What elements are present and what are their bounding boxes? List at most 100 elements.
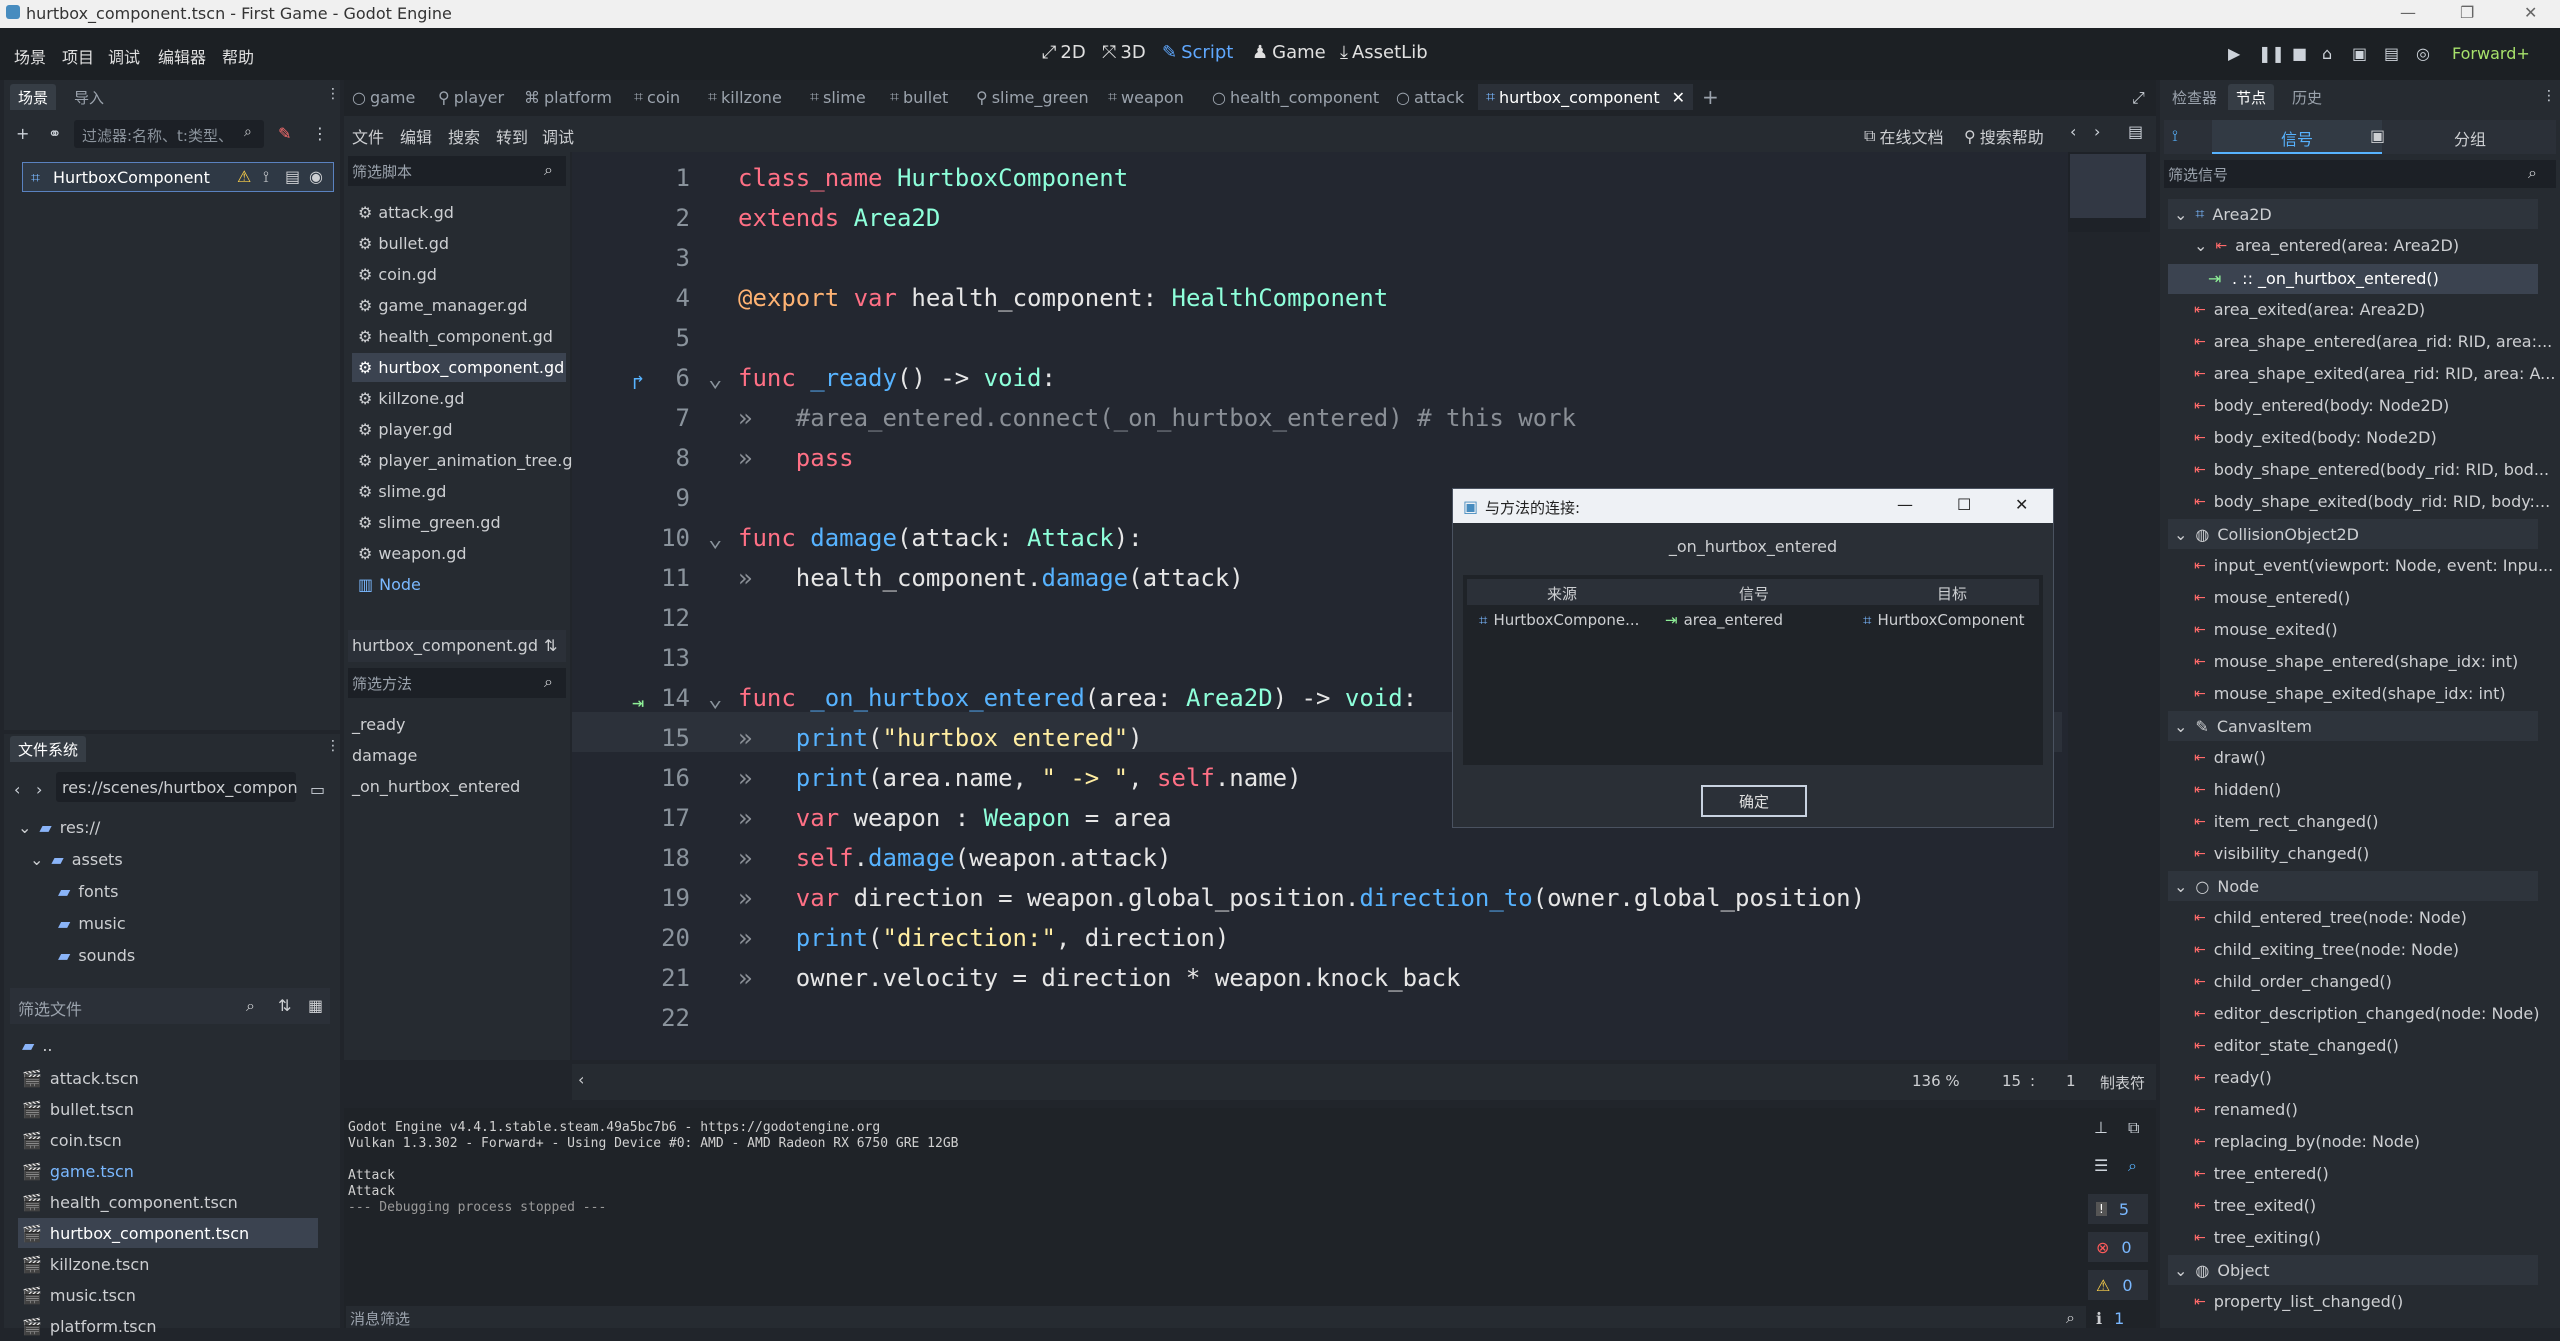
- workspace-script[interactable]: ✎ Script: [1162, 42, 1233, 63]
- menu-scene[interactable]: 场景: [14, 44, 46, 68]
- signal-item[interactable]: ⇤ child_exiting_tree(node: Node): [2194, 940, 2459, 959]
- method-filter-input[interactable]: 筛选方法 ⌕: [348, 668, 566, 698]
- fs-dock-menu-icon[interactable]: ⋮: [326, 738, 340, 754]
- tab-filesystem[interactable]: 文件系统: [10, 736, 87, 762]
- tab-platform[interactable]: ⌘ platform: [524, 84, 612, 110]
- script-item[interactable]: ⚙ slime_green.gd: [352, 508, 566, 537]
- attach-script-icon[interactable]: ✎: [278, 124, 291, 143]
- signal-connection-selected[interactable]: ⇥ . :: _on_hurtbox_entered(): [2168, 264, 2538, 294]
- filter-info-toggle[interactable]: ℹ1: [2088, 1308, 2148, 1328]
- grid-view-icon[interactable]: ▦: [308, 996, 323, 1015]
- filter-errors-toggle[interactable]: ⊗ 0: [2088, 1232, 2148, 1262]
- tab-import[interactable]: 导入: [66, 84, 112, 110]
- fs-file-selected[interactable]: 🎬 hurtbox_component.tscn: [18, 1218, 318, 1248]
- fs-tree-sounds[interactable]: ▰ sounds: [58, 946, 135, 965]
- tab-health-component[interactable]: ○ health_component: [1212, 84, 1379, 110]
- sort-icon[interactable]: ⇅: [544, 636, 557, 655]
- close-tab-icon[interactable]: ✕: [1672, 88, 1685, 107]
- script-item[interactable]: ⚙ weapon.gd: [352, 539, 566, 568]
- warning-icon[interactable]: ⚠: [237, 167, 251, 186]
- pause-icon[interactable]: ❚❚: [2258, 44, 2285, 63]
- signal-item[interactable]: ⇤ area_shape_exited(area_rid: RID, area: …: [2194, 364, 2555, 383]
- script-filter-input[interactable]: 筛选脚本 ⌕: [348, 156, 566, 186]
- menu-search[interactable]: 搜索: [448, 124, 480, 148]
- script-attached-icon[interactable]: ▤: [285, 167, 300, 186]
- script-item[interactable]: ⚙ attack.gd: [352, 198, 566, 227]
- script-item-selected[interactable]: ⚙ hurtbox_component.gd: [352, 353, 566, 382]
- search-help-button[interactable]: ⚲ 搜索帮助: [1964, 124, 2044, 148]
- signal-item[interactable]: ⇤ ready(): [2194, 1068, 2272, 1087]
- dock-menu-icon[interactable]: ⋮: [326, 86, 340, 102]
- tab-game[interactable]: ○ game: [352, 84, 415, 110]
- signal-item[interactable]: ⇤ body_shape_exited(body_rid: RID, body:.…: [2194, 492, 2550, 511]
- indent-mode[interactable]: 制表符: [2100, 1072, 2145, 1093]
- fs-file[interactable]: 🎬 music.tscn: [18, 1280, 318, 1310]
- renderer-select[interactable]: Forward+: [2452, 44, 2530, 63]
- tab-coin[interactable]: ⌗ coin: [634, 84, 680, 110]
- add-tab-icon[interactable]: +: [1702, 84, 1719, 110]
- signal-category-node[interactable]: ⌄ ○ Node: [2168, 871, 2538, 901]
- tab-bullet[interactable]: ⌗ bullet: [890, 84, 948, 110]
- fs-file[interactable]: 🎬 game.tscn: [18, 1156, 318, 1186]
- visibility-icon[interactable]: ◉: [309, 167, 323, 186]
- override-icon[interactable]: ↱: [632, 370, 644, 394]
- menu-edit[interactable]: 编辑: [400, 124, 432, 148]
- signal-category-collision[interactable]: ⌄ ◍ CollisionObject2D: [2168, 519, 2538, 549]
- signal-item[interactable]: ⇤ editor_state_changed(): [2194, 1036, 2399, 1055]
- signal-item[interactable]: ⇤ area_shape_entered(area_rid: RID, area:…: [2194, 332, 2552, 351]
- signal-icon[interactable]: ⟟: [263, 167, 269, 187]
- minimap[interactable]: [2068, 152, 2150, 232]
- fs-tree-music[interactable]: ▰ music: [58, 914, 126, 933]
- script-item[interactable]: ⚙ coin.gd: [352, 260, 566, 289]
- collapse-left-icon[interactable]: ‹: [578, 1070, 584, 1089]
- signal-item[interactable]: ⇤ body_exited(body: Node2D): [2194, 428, 2437, 447]
- filter-warnings-toggle[interactable]: ⚠ 0: [2088, 1270, 2148, 1300]
- signal-item[interactable]: ⇤ body_entered(body: Node2D): [2194, 396, 2449, 415]
- menu-script-debug[interactable]: 调试: [542, 124, 574, 148]
- movie-icon[interactable]: ◎: [2416, 44, 2430, 63]
- signal-item[interactable]: ⇤ child_entered_tree(node: Node): [2194, 908, 2467, 927]
- maximize-icon[interactable]: ❐: [2460, 3, 2474, 22]
- workspace-3d[interactable]: ⤧ 3D: [1102, 42, 1146, 63]
- script-item[interactable]: ⚙ player.gd: [352, 415, 566, 444]
- script-item[interactable]: ⚙ player_animation_tree.gd: [352, 446, 583, 475]
- workspace-assetlib[interactable]: ⤓ AssetLib: [1340, 42, 1428, 63]
- close-dialog-icon[interactable]: ✕: [2015, 495, 2028, 514]
- fs-file[interactable]: 🎬 killzone.tscn: [18, 1249, 318, 1279]
- play-scene-icon[interactable]: ▣: [2352, 44, 2367, 63]
- signal-item[interactable]: ⇤ draw(): [2194, 748, 2266, 767]
- ok-button[interactable]: 确定: [1701, 785, 1807, 817]
- add-node-icon[interactable]: +: [16, 124, 29, 143]
- signal-item[interactable]: ⇤ child_order_changed(): [2194, 972, 2392, 991]
- tab-attack[interactable]: ○ attack: [1396, 84, 1464, 110]
- signal-filter-input[interactable]: 筛选信号 ⌕: [2164, 160, 2556, 188]
- fs-tree-root[interactable]: ⌄ ▰ res://: [18, 818, 100, 837]
- script-item-doc[interactable]: ▥ Node: [352, 570, 566, 599]
- tab-groups[interactable]: 分组: [2454, 126, 2486, 150]
- signal-category-canvasitem[interactable]: ⌄ ✎ CanvasItem: [2168, 711, 2538, 741]
- connection-icon[interactable]: ⇥: [632, 690, 644, 714]
- menu-help[interactable]: 帮助: [222, 44, 254, 68]
- forward-icon[interactable]: ›: [36, 780, 42, 799]
- back-icon[interactable]: ‹: [14, 780, 20, 799]
- menu-goto[interactable]: 转到: [496, 124, 528, 148]
- signal-item[interactable]: ⇤ hidden(): [2194, 780, 2281, 799]
- next-script-icon[interactable]: ›: [2094, 122, 2100, 141]
- signal-item[interactable]: ⇤ body_shape_entered(body_rid: RID, bod..…: [2194, 460, 2549, 479]
- signal-item[interactable]: ⇤ mouse_exited(): [2194, 620, 2338, 639]
- signal-item[interactable]: ⇤ visibility_changed(): [2194, 844, 2369, 863]
- tab-player[interactable]: ⚲ player: [438, 84, 504, 110]
- signal-item[interactable]: ⇤ mouse_shape_entered(shape_idx: int): [2194, 652, 2518, 671]
- online-docs-button[interactable]: ⧉ 在线文档: [1864, 124, 1943, 148]
- fold-icon[interactable]: ⌄: [708, 684, 722, 712]
- search-toggle-icon[interactable]: ⌕: [2128, 1156, 2137, 1176]
- tab-node[interactable]: 节点: [2228, 84, 2275, 110]
- signal-item[interactable]: ⇤ tree_entered(): [2194, 1164, 2329, 1183]
- menu-project[interactable]: 项目: [62, 44, 94, 68]
- minimize-icon[interactable]: —: [2400, 3, 2416, 22]
- dock-menu-icon[interactable]: ⋮: [2542, 88, 2556, 104]
- tab-weapon[interactable]: ⌗ weapon: [1108, 84, 1184, 110]
- filter-messages-toggle[interactable]: ! 5: [2088, 1194, 2148, 1224]
- console-filter-input[interactable]: 消息筛选 ⌕: [346, 1306, 2086, 1328]
- script-item[interactable]: ⚙ bullet.gd: [352, 229, 566, 258]
